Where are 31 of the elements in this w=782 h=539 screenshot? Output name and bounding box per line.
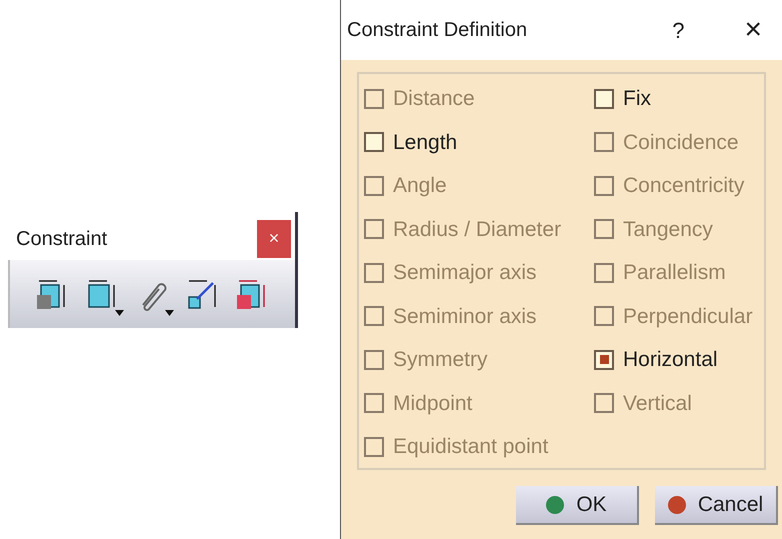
checkbox-label: Length bbox=[393, 130, 458, 156]
cancel-light-icon bbox=[668, 496, 686, 514]
checkbox-label: Coincidence bbox=[623, 130, 739, 156]
checkbox-label: Parallelism bbox=[623, 260, 726, 286]
checkbox-label: Equidistant point bbox=[393, 434, 548, 460]
close-button[interactable]: × bbox=[744, 15, 762, 45]
checkbox-label: Symmetry bbox=[393, 347, 488, 373]
checkbox[interactable] bbox=[364, 132, 384, 152]
checkbox-label: Vertical bbox=[623, 390, 692, 416]
close-button[interactable]: × bbox=[257, 220, 291, 258]
checkbox-label: Horizontal bbox=[623, 347, 718, 373]
dropdown-caret-icon bbox=[115, 310, 124, 316]
cancel-button[interactable]: Cancel bbox=[655, 486, 778, 525]
checkbox-label: Semimajor axis bbox=[393, 260, 537, 286]
checkbox-label: Fix bbox=[623, 86, 651, 112]
checkbox-label: Tangency bbox=[623, 216, 713, 242]
checkbox-label: Distance bbox=[393, 86, 475, 112]
dropdown-caret-icon bbox=[165, 310, 174, 316]
checkbox-label: Concentricity bbox=[623, 173, 744, 199]
checkbox-label: Semiminor axis bbox=[393, 304, 537, 330]
toolbar-title: Constraint bbox=[16, 226, 108, 252]
dialog-title: Constraint Definition bbox=[347, 18, 528, 43]
checkbox[interactable] bbox=[594, 88, 614, 109]
checkbox-label: Angle bbox=[393, 173, 447, 199]
help-button[interactable]: ? bbox=[672, 14, 684, 46]
checkbox-label: Radius / Diameter bbox=[393, 216, 562, 242]
ok-light-icon bbox=[546, 496, 564, 514]
checkbox-label: Midpoint bbox=[393, 390, 472, 416]
ok-button[interactable]: OK bbox=[516, 486, 639, 525]
checkbox-label: Perpendicular bbox=[623, 304, 753, 330]
checkbox[interactable] bbox=[594, 350, 614, 370]
